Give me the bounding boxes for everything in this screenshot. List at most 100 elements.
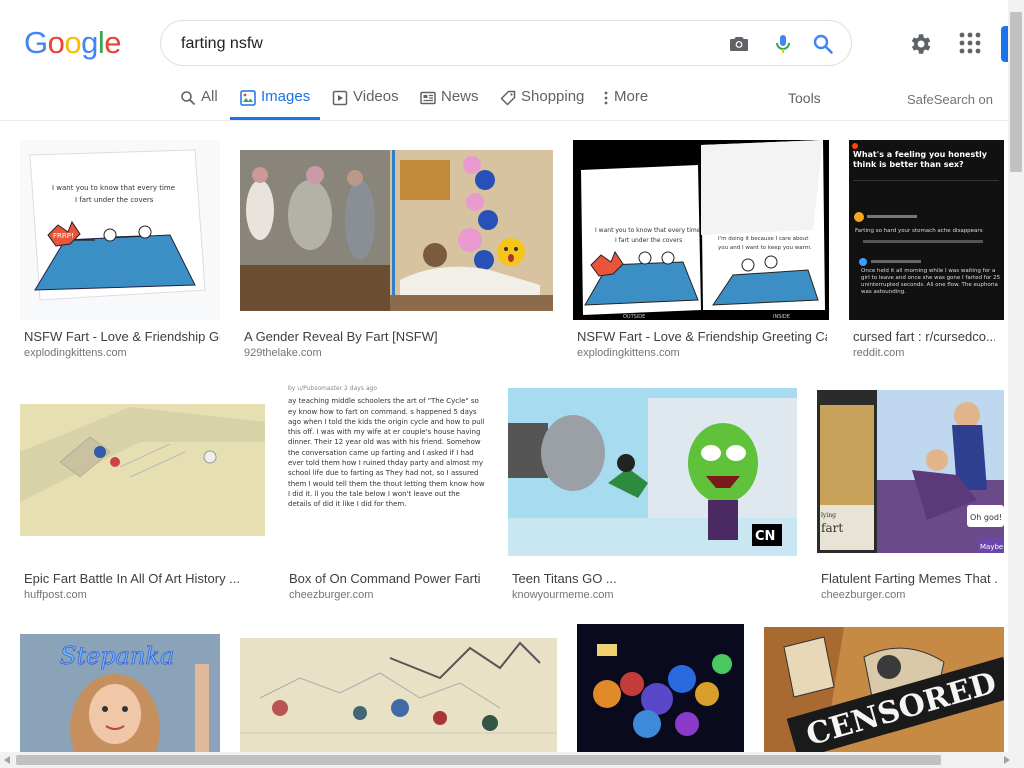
search-icon bbox=[181, 91, 196, 106]
tab-more[interactable]: More bbox=[603, 88, 648, 120]
tab-shopping[interactable]: Shopping bbox=[500, 88, 584, 120]
result-image: I want you to know that every time I far… bbox=[581, 140, 825, 320]
result-image: CN bbox=[508, 388, 797, 556]
tab-images[interactable]: Images bbox=[230, 88, 321, 120]
horizontal-scrollbar-thumb[interactable] bbox=[16, 755, 941, 765]
tab-label: More bbox=[614, 88, 649, 105]
card-inside-line1: I'm doing it because I care about bbox=[718, 236, 809, 242]
result-thumbnail[interactable] bbox=[20, 382, 265, 562]
mtg-flying-text: lying bbox=[821, 512, 836, 519]
gear-icon[interactable] bbox=[907, 31, 933, 57]
card-outside-label: OUTSIDE bbox=[623, 314, 645, 320]
result-image: CENSORED bbox=[764, 627, 1004, 752]
camera-icon[interactable] bbox=[727, 32, 751, 56]
result-image: lying fart Oh god! Maybe bbox=[817, 390, 1004, 553]
logo-letter: G bbox=[24, 25, 48, 60]
result-thumbnail[interactable]: FRRP! I want you to know that every time… bbox=[20, 140, 220, 320]
result-thumbnail[interactable]: lying fart Oh god! Maybe bbox=[817, 390, 1004, 553]
meme-maybe-text: Maybe bbox=[980, 543, 1003, 551]
vertical-scrollbar[interactable] bbox=[1008, 0, 1024, 752]
mic-icon[interactable] bbox=[771, 32, 795, 56]
kebab-icon bbox=[604, 91, 608, 105]
tab-label: All bbox=[201, 88, 218, 105]
result-thumbnail[interactable]: by u/Pubsomaster 2 days ago ay teaching … bbox=[285, 382, 488, 562]
story-body: ay teaching middle schoolers the art of … bbox=[288, 397, 485, 509]
card-inside-line2: you and I want to keep you warm. bbox=[718, 245, 812, 251]
result-thumbnail[interactable]: Stepanka bbox=[20, 634, 220, 752]
cn-logo: CN bbox=[755, 529, 775, 544]
result-source[interactable]: reddit.com bbox=[853, 347, 904, 359]
result-image bbox=[20, 404, 265, 536]
reddit-question: What's a feeling you honestly think is b… bbox=[853, 150, 987, 169]
result-thumbnail[interactable] bbox=[240, 150, 553, 311]
tools-button[interactable]: Tools bbox=[788, 90, 821, 106]
result-image bbox=[240, 150, 553, 311]
tab-all[interactable]: All bbox=[180, 88, 218, 120]
result-source[interactable]: knowyourmeme.com bbox=[512, 589, 613, 601]
google-logo[interactable]: Google bbox=[24, 24, 122, 62]
card-text-line2: I fart under the covers bbox=[75, 196, 154, 204]
apps-grid-icon[interactable] bbox=[959, 32, 981, 54]
result-source[interactable]: cheezburger.com bbox=[821, 589, 905, 601]
horizontal-scrollbar[interactable] bbox=[0, 752, 1024, 768]
card-text-line2: I fart under the covers bbox=[615, 237, 682, 244]
scroll-left-arrow-icon[interactable] bbox=[4, 756, 10, 764]
search-icon[interactable] bbox=[811, 32, 835, 56]
reddit-comment: Farting so hard your stomach ache disapp… bbox=[855, 228, 983, 234]
result-title[interactable]: Box of On Command Power Farti... bbox=[289, 571, 481, 586]
image-icon bbox=[240, 90, 256, 106]
result-source[interactable]: explodingkittens.com bbox=[24, 347, 127, 359]
result-thumbnail[interactable]: CENSORED bbox=[764, 627, 1004, 752]
tab-label: Images bbox=[261, 88, 311, 105]
result-thumbnail[interactable]: What's a feeling you honestly think is b… bbox=[849, 140, 1004, 320]
card-text-line1: I want you to know that every time bbox=[595, 227, 701, 234]
search-tabs: All Images Videos News Shopping More Too… bbox=[0, 80, 1008, 121]
result-image: FRRP! I want you to know that every time… bbox=[29, 149, 206, 301]
result-thumbnail[interactable]: CN bbox=[508, 388, 797, 556]
result-thumbnail[interactable] bbox=[240, 638, 557, 752]
result-image bbox=[240, 638, 557, 752]
tab-videos[interactable]: Videos bbox=[332, 88, 399, 120]
result-title[interactable]: Flatulent Farting Memes That ... bbox=[821, 571, 997, 586]
card-frrp-text: FRRP! bbox=[53, 232, 74, 240]
search-input[interactable] bbox=[181, 32, 701, 56]
result-title[interactable]: A Gender Reveal By Fart [NSFW] bbox=[244, 329, 564, 344]
result-title[interactable]: NSFW Fart - Love & Friendship Greeting C… bbox=[577, 329, 827, 344]
google-images-page: Google All Images Videos News Shopping bbox=[0, 0, 1024, 768]
logo-letter: e bbox=[104, 25, 122, 60]
scroll-right-arrow-icon[interactable] bbox=[1004, 756, 1010, 764]
result-source[interactable]: cheezburger.com bbox=[289, 589, 373, 601]
result-source[interactable]: explodingkittens.com bbox=[577, 347, 680, 359]
card-text-line1: I want you to know that every time bbox=[52, 184, 175, 192]
result-title[interactable]: cursed fart : r/cursedco... bbox=[853, 329, 995, 344]
result-title[interactable]: Teen Titans GO ... bbox=[512, 571, 792, 586]
result-image bbox=[577, 624, 744, 752]
news-icon bbox=[420, 91, 436, 105]
reddit-reply: Once held it all morning while I was wai… bbox=[861, 268, 1001, 295]
video-icon bbox=[332, 90, 348, 106]
search-box[interactable] bbox=[160, 20, 852, 66]
vertical-scrollbar-thumb[interactable] bbox=[1010, 12, 1022, 172]
story-text-block: by u/Pubsomaster 2 days ago ay teaching … bbox=[285, 382, 488, 562]
neon-sign-text: Stepanka bbox=[60, 642, 174, 670]
result-image: What's a feeling you honestly think is b… bbox=[852, 143, 1001, 295]
tab-label: Shopping bbox=[521, 88, 585, 105]
logo-letter: o bbox=[64, 25, 82, 60]
tag-icon bbox=[500, 90, 516, 106]
result-title[interactable]: Epic Fart Battle In All Of Art History .… bbox=[24, 571, 260, 586]
result-thumbnail[interactable] bbox=[577, 624, 744, 752]
card-inside-label: INSIDE bbox=[773, 314, 790, 320]
logo-letter: g bbox=[81, 25, 98, 60]
result-source[interactable]: 929thelake.com bbox=[244, 347, 322, 359]
meme-bubble-text: Oh god! bbox=[970, 513, 1002, 522]
result-image: Stepanka bbox=[20, 634, 220, 752]
tab-news[interactable]: News bbox=[420, 88, 479, 120]
tab-label: News bbox=[441, 88, 479, 105]
result-title[interactable]: NSFW Fart - Love & Friendship Gr... bbox=[24, 329, 220, 344]
safesearch-label[interactable]: SafeSearch on bbox=[907, 92, 993, 107]
result-thumbnail[interactable]: I want you to know that every time I far… bbox=[573, 140, 829, 320]
logo-letter: o bbox=[47, 25, 65, 60]
result-source[interactable]: huffpost.com bbox=[24, 589, 87, 601]
mtg-fart-text: fart bbox=[821, 521, 843, 535]
story-header: by u/Pubsomaster 2 days ago bbox=[288, 385, 378, 392]
